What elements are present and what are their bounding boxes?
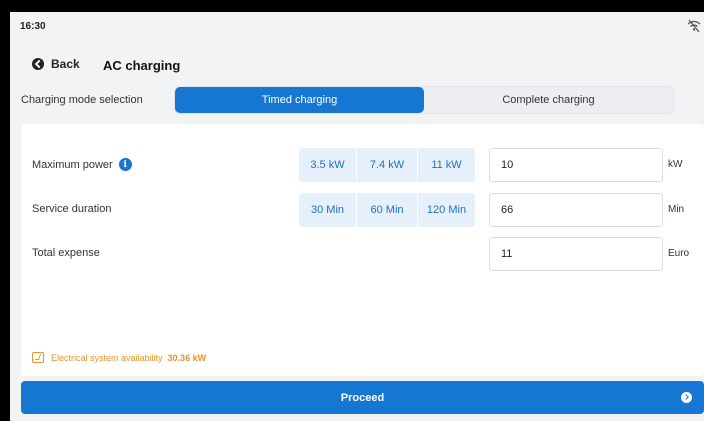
charging-screen: 16:30 Back AC charging Charging mode sel… (10, 12, 704, 421)
power-preset-3-5[interactable]: 3.5 kW (299, 148, 356, 182)
page-header: Back AC charging (10, 52, 704, 78)
charging-mode-row: Charging mode selection Timed charging C… (10, 85, 704, 115)
availability-value: 30.36 kW (167, 352, 207, 363)
proceed-label: Proceed (340, 391, 385, 404)
tab-complete-charging[interactable]: Complete charging (424, 87, 673, 113)
maximum-power-text: Maximum power (32, 158, 113, 171)
info-icon[interactable]: i (118, 158, 132, 171)
availability-info: Electrical system availability 30.36 kW (32, 352, 206, 363)
availability-label: Electrical system availability (51, 352, 163, 363)
maximum-power-row: Maximum power i 3.5 kW 7.4 kW 11 kW 10 k… (21, 148, 704, 182)
chevron-right-icon (681, 392, 692, 403)
total-expense-input[interactable]: 11 (489, 237, 663, 271)
total-expense-label: Total expense (32, 247, 100, 259)
proceed-button[interactable]: Proceed (21, 381, 704, 414)
duration-preset-60[interactable]: 60 Min (357, 193, 417, 227)
power-preset-11[interactable]: 11 kW (418, 148, 475, 182)
wifi-off-icon (687, 19, 701, 33)
power-presets: 3.5 kW 7.4 kW 11 kW (299, 148, 475, 182)
settings-card: Maximum power i 3.5 kW 7.4 kW 11 kW 10 k… (21, 124, 704, 376)
duration-preset-120[interactable]: 120 Min (418, 193, 475, 227)
status-time: 16:30 (20, 21, 46, 32)
charging-mode-tabs: Timed charging Complete charging (174, 86, 674, 114)
charging-mode-label: Charging mode selection (21, 94, 143, 106)
service-duration-label: Service duration (32, 203, 112, 215)
service-duration-input[interactable]: 66 (489, 193, 663, 227)
back-label: Back (51, 57, 80, 71)
total-expense-row: Total expense 11 Euro (21, 237, 704, 271)
power-preset-7-4[interactable]: 7.4 kW (357, 148, 417, 182)
expense-unit: Euro (668, 248, 690, 259)
service-duration-row: Service duration 30 Min 60 Min 120 Min 6… (21, 193, 704, 227)
back-button[interactable]: Back (32, 57, 80, 71)
power-unit: kW (668, 159, 683, 170)
page-title: AC charging (103, 58, 181, 73)
maximum-power-input[interactable]: 10 (489, 148, 663, 182)
duration-preset-30[interactable]: 30 Min (299, 193, 356, 227)
duration-unit: Min (668, 204, 685, 215)
back-arrow-icon (32, 58, 44, 70)
status-bar: 16:30 (10, 12, 704, 42)
electrical-power-icon (32, 352, 44, 363)
maximum-power-label: Maximum power i (32, 158, 132, 171)
duration-presets: 30 Min 60 Min 120 Min (299, 193, 475, 227)
tab-timed-charging[interactable]: Timed charging (175, 87, 424, 113)
